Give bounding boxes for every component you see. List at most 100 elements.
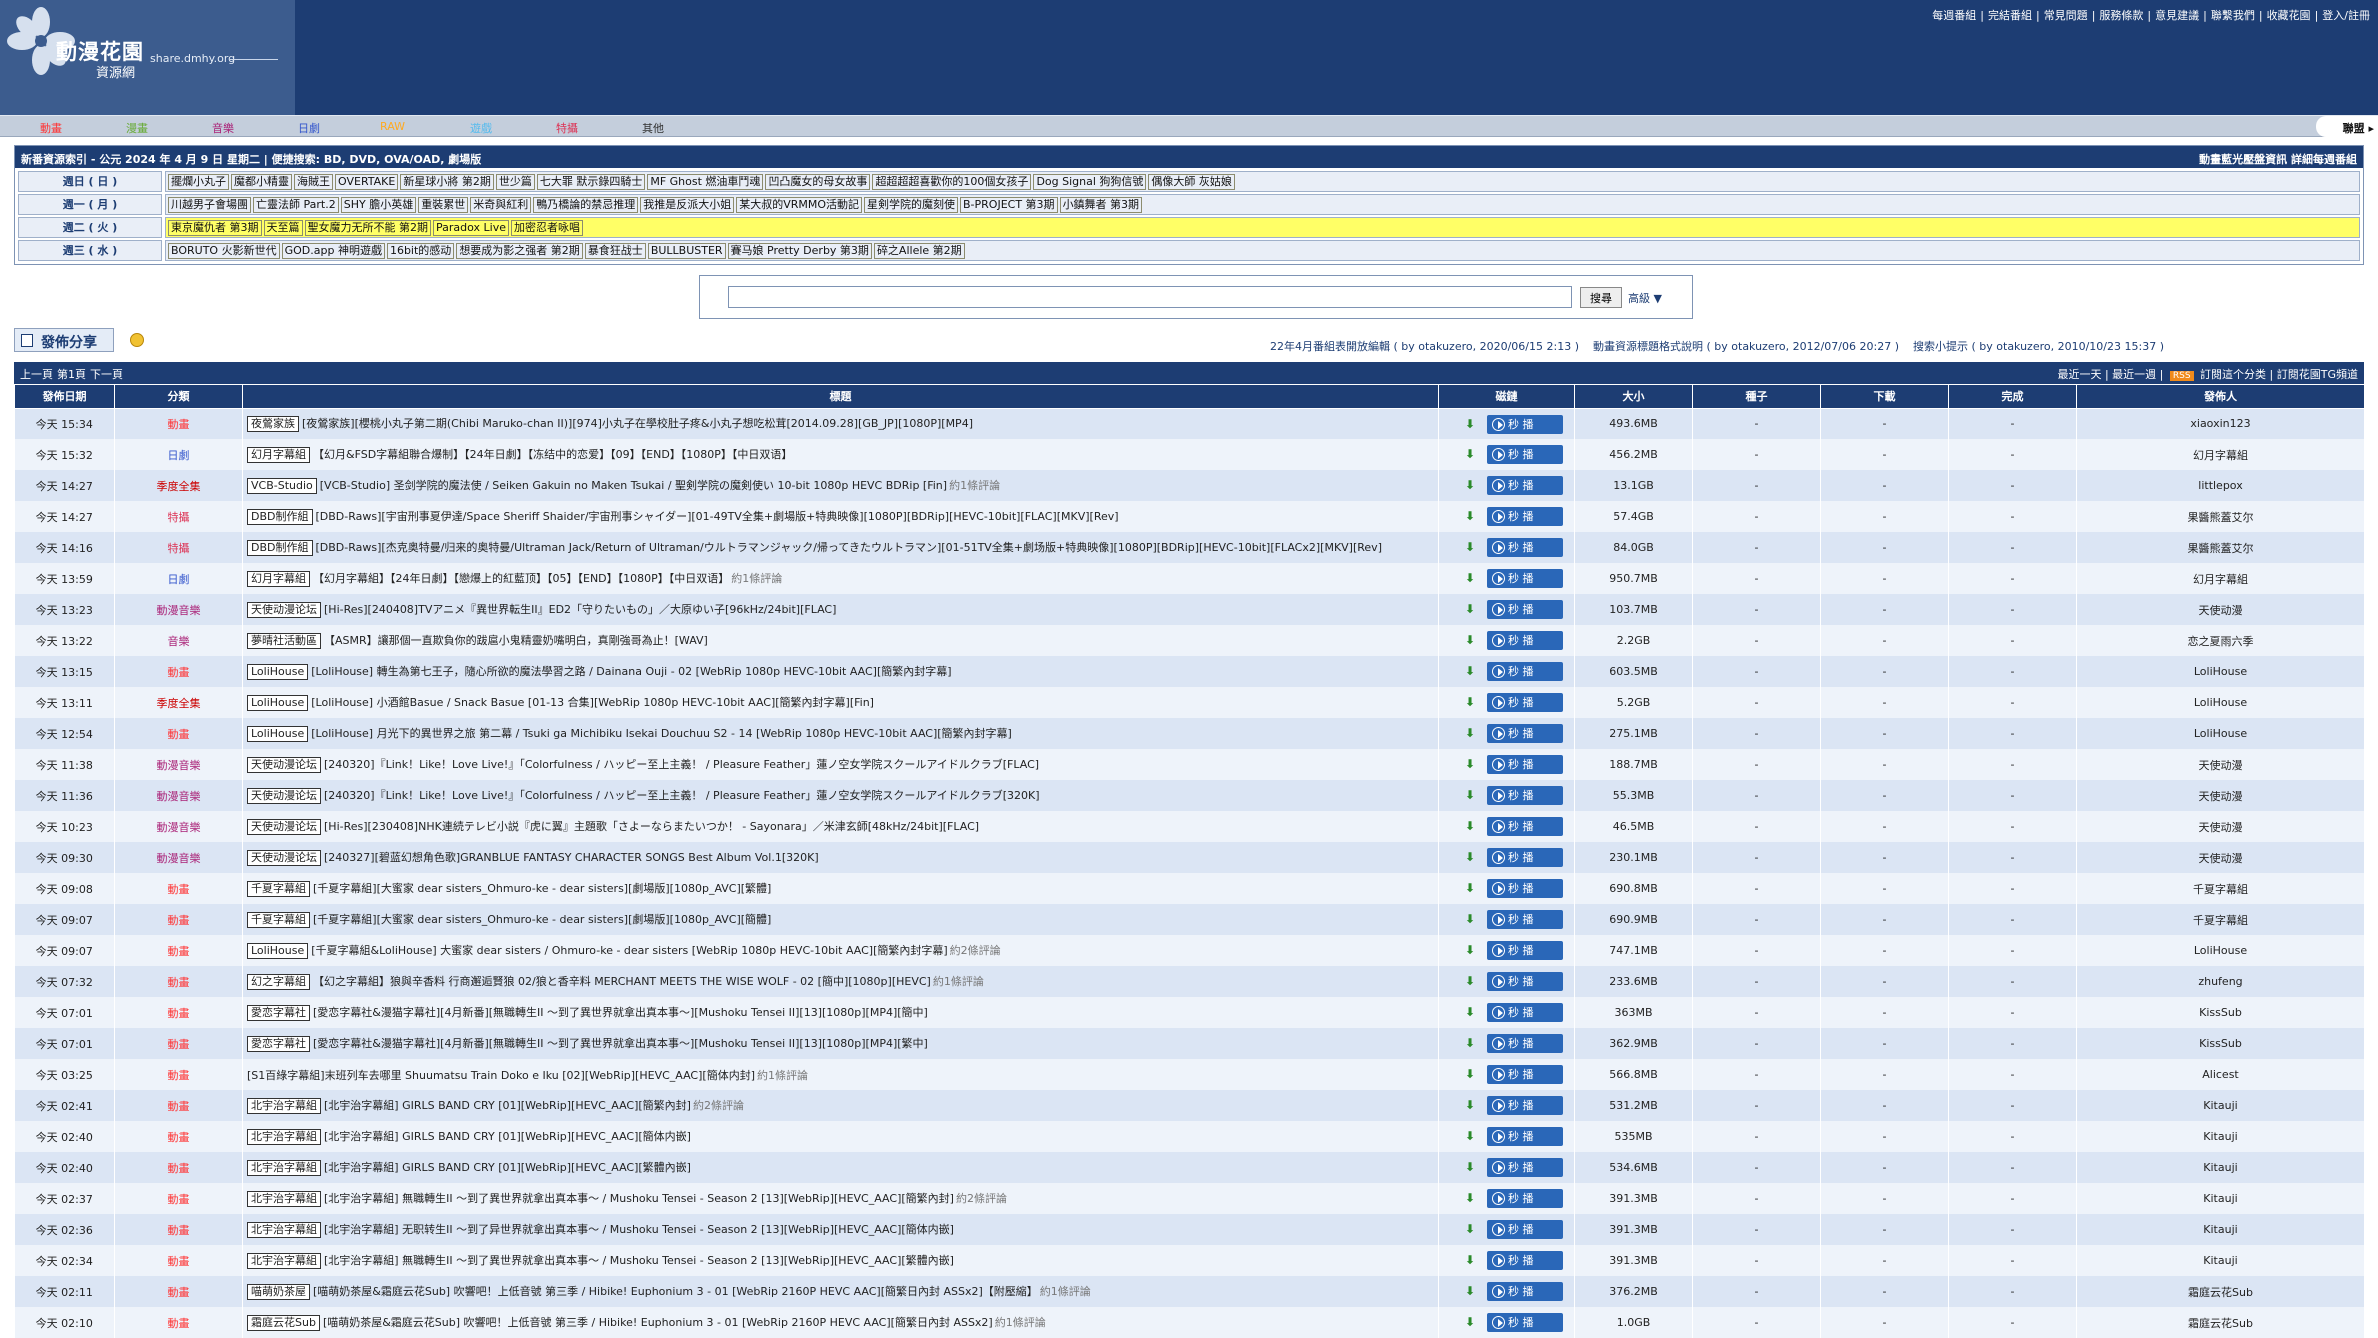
schedule-show-link[interactable]: 某大叔的VRMMO活動記 [736,197,863,213]
torrent-title-link[interactable]: [喵萌奶茶屋&霜庭云花Sub] 吹響吧！上低音號 第三季 / Hibike! E… [313,1285,1038,1298]
schedule-show-link[interactable]: 新星球小將 第2期 [400,174,494,190]
publisher-link[interactable]: LoliHouse [2076,935,2365,966]
torrent-title-link[interactable]: [北宇治字幕組] 無職轉生II ～到了異世界就拿出真本事～ / Mushoku … [324,1192,954,1205]
category-link[interactable]: 動畫 [114,1214,243,1245]
schedule-show-link[interactable]: 川越男子會場團 [168,197,251,213]
publisher-link[interactable]: Kitauji [2076,1183,2365,1214]
category-link[interactable]: 動漫音樂 [114,780,243,811]
comment-count[interactable]: 約1條評論 [995,1316,1046,1329]
category-link[interactable]: 動畫 [114,1059,243,1090]
schedule-show-link[interactable]: 偶像大師 灰姑娘 [1148,174,1235,190]
top-link[interactable]: 收藏花園 [2267,9,2311,22]
pager-link[interactable]: 第1頁 [57,368,86,381]
torrent-title-link[interactable]: [240327][碧蓝幻想角色歌]GRANBLUE FANTASY CHARAC… [324,851,819,864]
download-arrow-icon[interactable]: ⬇ [1465,881,1475,895]
torrent-title-link[interactable]: [愛恋字幕社&漫猫字幕社][4月新番][無職轉生II ～到了異世界就拿出真本事～… [313,1037,928,1050]
instant-play-button[interactable]: 秒 播 [1487,631,1563,650]
category-link[interactable]: 音樂 [212,120,234,136]
category-link[interactable]: 動漫音樂 [114,594,243,625]
download-arrow-icon[interactable]: ⬇ [1465,509,1475,523]
column-header[interactable]: 發佈日期 [14,385,115,409]
torrent-title-link[interactable]: [千夏字幕組&LoliHouse] 大蜜家 dear sisters / Ohm… [311,944,947,957]
group-tag[interactable]: 千夏字幕組 [247,881,310,897]
download-arrow-icon[interactable]: ⬇ [1465,1129,1475,1143]
torrent-title-link[interactable]: [Hi-Res][230408]NHK連続テレビ小説『虎に翼』主題歌「さよーなら… [324,820,979,833]
schedule-show-link[interactable]: Paradox Live [433,220,509,236]
comment-count[interactable]: 約2條評論 [950,944,1001,957]
schedule-links[interactable]: 動畫藍光壓盤資訊 詳細每週番組 [2199,151,2357,167]
publisher-link[interactable]: LoliHouse [2076,687,2365,718]
top-link[interactable]: 常見問題 [2044,9,2088,22]
publisher-link[interactable]: Alicest [2076,1059,2365,1090]
download-arrow-icon[interactable]: ⬇ [1465,757,1475,771]
instant-play-button[interactable]: 秒 播 [1487,414,1563,434]
category-link[interactable]: 動畫 [114,935,243,966]
column-header[interactable]: 磁鏈 [1438,385,1575,409]
torrent-title-link[interactable]: [DBD-Raws][宇宙刑事夏伊達/Space Sheriff Shaider… [316,510,1119,523]
torrent-title-link[interactable]: 【幻之字幕組】狼與辛香料 行商邂逅賢狼 02/狼と香辛料 MERCHANT ME… [313,975,931,988]
subscribe-link[interactable]: 訂閱這个分类 | 訂閱花園TG頻道 [2200,368,2358,381]
torrent-title-link[interactable]: 【幻月&FSD字幕組聯合爆制】【24年日劇】【冻结中的恋爱】【09】【END】【… [313,448,792,461]
download-arrow-icon[interactable]: ⬇ [1465,1315,1475,1329]
download-arrow-icon[interactable]: ⬇ [1465,695,1475,709]
instant-play-button[interactable]: 秒 播 [1487,476,1563,495]
category-link[interactable]: 動漫音樂 [114,842,243,873]
group-tag[interactable]: LoliHouse [247,695,309,711]
schedule-show-link[interactable]: 重裝累世 [418,197,469,213]
instant-play-button[interactable]: 秒 播 [1487,972,1563,991]
publisher-link[interactable]: 千夏字幕組 [2076,873,2365,904]
group-tag[interactable]: 天使动漫论坛 [247,819,321,835]
download-arrow-icon[interactable]: ⬇ [1465,602,1475,616]
schedule-show-link[interactable]: BULLBUSTER [647,243,726,259]
schedule-show-link[interactable]: 天至篇 [263,220,303,236]
category-link[interactable]: 音樂 [114,625,243,656]
download-arrow-icon[interactable]: ⬇ [1465,1067,1475,1081]
schedule-show-link[interactable]: 想要成为影之强者 第2期 [456,243,583,259]
instant-play-button[interactable]: 秒 播 [1487,755,1563,774]
download-arrow-icon[interactable]: ⬇ [1465,974,1475,988]
category-link[interactable]: 動漫音樂 [114,811,243,842]
group-tag[interactable]: 天使动漫论坛 [247,602,321,618]
pager-link[interactable]: 下一頁 [90,368,123,381]
publisher-link[interactable]: zhufeng [2076,966,2365,997]
download-arrow-icon[interactable]: ⬇ [1465,664,1475,678]
instant-play-button[interactable]: 秒 播 [1487,1003,1563,1022]
category-link[interactable]: 動漫音樂 [114,749,243,780]
instant-play-button[interactable]: 秒 播 [1487,1158,1563,1177]
group-tag[interactable]: 霜庭云花Sub [247,1315,320,1331]
download-arrow-icon[interactable]: ⬇ [1465,1160,1475,1174]
torrent-title-link[interactable]: [千夏字幕組][大蜜家 dear sisters_Ohmuro-ke - dea… [313,882,771,895]
category-link[interactable]: 動畫 [114,1307,243,1338]
category-link[interactable]: 動畫 [114,1245,243,1276]
download-arrow-icon[interactable]: ⬇ [1465,850,1475,864]
post-share-button[interactable]: 發佈分享 [14,328,114,352]
top-link[interactable]: 服務條款 [2099,9,2143,22]
comment-count[interactable]: 約1條評論 [949,479,1000,492]
schedule-show-link[interactable]: 超超超超喜歡你的100個女孩子 [872,174,1032,190]
publisher-link[interactable]: LoliHouse [2076,656,2365,687]
site-logo[interactable]: 動漫花園 share.dmhy.org 資源網 [0,0,295,115]
forum-tab[interactable]: 聯盟 ▸ [2316,116,2378,137]
publisher-link[interactable]: 恋之夏雨六季 [2076,625,2365,656]
comment-count[interactable]: 約1條評論 [731,572,782,585]
column-header[interactable]: 大小 [1574,385,1693,409]
instant-play-button[interactable]: 秒 播 [1487,1189,1563,1208]
category-link[interactable]: 漫畫 [126,120,148,136]
comment-count[interactable]: 約1條評論 [933,975,984,988]
schedule-show-link[interactable]: 星剣学院的魔刻使 [864,197,959,213]
category-link[interactable]: 動畫 [114,1152,243,1183]
comment-count[interactable]: 約2條評論 [956,1192,1007,1205]
group-tag[interactable]: 北宇治字幕組 [247,1253,321,1269]
torrent-title-link[interactable]: [愛恋字幕社&漫猫字幕社][4月新番][無職轉生II ～到了異世界就拿出真本事～… [313,1006,928,1019]
group-tag[interactable]: LoliHouse [247,726,309,742]
schedule-show-link[interactable]: 海賊王 [294,174,333,190]
schedule-show-link[interactable]: 亡靈法師 Part.2 [253,197,339,213]
search-input[interactable] [728,286,1572,308]
instant-play-button[interactable]: 秒 播 [1487,445,1563,464]
category-link[interactable]: 動畫 [114,1121,243,1152]
schedule-show-link[interactable]: 擺爛小丸子 [168,174,229,190]
publisher-link[interactable]: KissSub [2076,1028,2365,1059]
schedule-show-link[interactable]: BORUTO 火影新世代 [168,243,280,259]
publisher-link[interactable]: 天使动漫 [2076,811,2365,842]
schedule-show-link[interactable]: 聖女魔力无所不能 第2期 [304,220,431,236]
